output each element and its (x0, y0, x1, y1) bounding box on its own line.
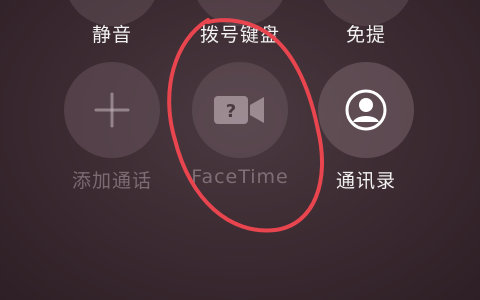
keypad-label: 拨号键盘 (199, 24, 280, 46)
facetime-unavailable-icon: ? (214, 96, 264, 124)
facetime-label: FaceTime (191, 166, 289, 188)
add-call-label: 添加通话 (71, 170, 152, 192)
facetime-button[interactable]: ? (192, 62, 288, 158)
add-call-button[interactable] (64, 62, 160, 158)
contact-person-icon (345, 89, 387, 131)
speaker-label: 免提 (345, 24, 386, 46)
plus-icon (94, 92, 130, 128)
call-controls-panel: 静音 拨号键盘 免提 ? 添加通话 FaceTime 通讯录 (0, 0, 480, 300)
contacts-label: 通讯录 (335, 170, 396, 192)
contacts-button[interactable] (318, 62, 414, 158)
mute-label: 静音 (91, 24, 132, 46)
svg-text:?: ? (226, 101, 236, 122)
